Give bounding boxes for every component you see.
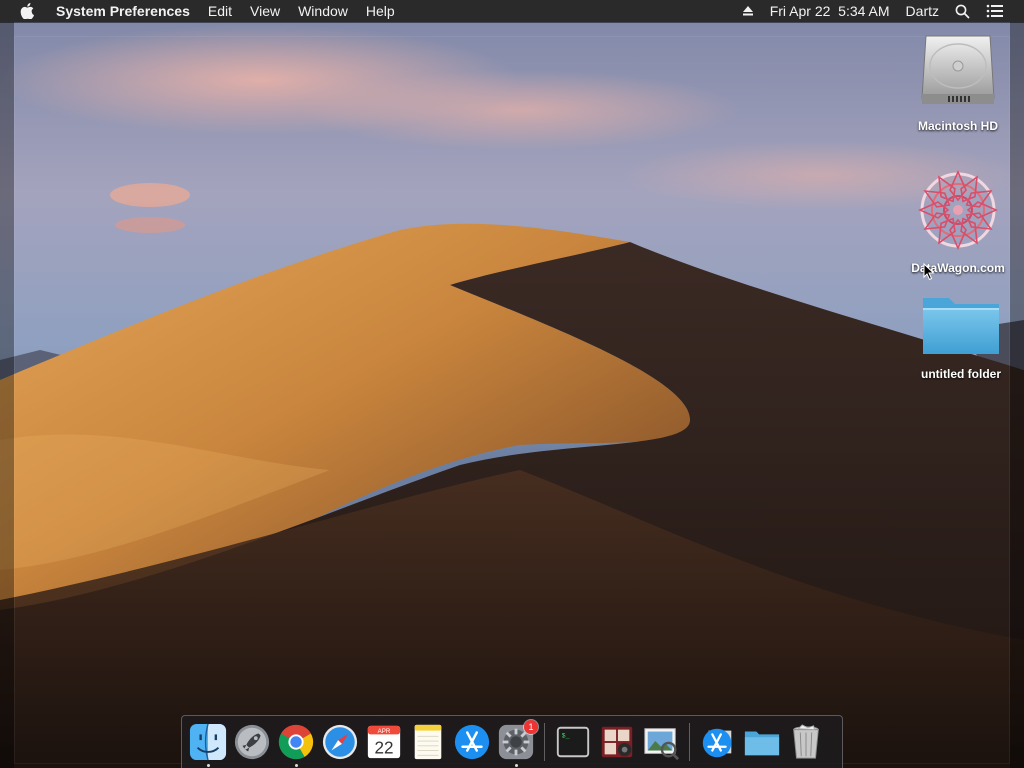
desktop-icon-datawagon[interactable]: DataWagon.com [903, 168, 1013, 275]
dock-item-trash[interactable] [784, 720, 828, 764]
safari-icon [322, 724, 358, 760]
app-store-icon [454, 724, 490, 760]
dock-item-chrome[interactable] [274, 720, 318, 767]
calendar-month: APR [378, 728, 391, 735]
running-indicator [294, 764, 298, 767]
dock-item-applications[interactable] [696, 720, 740, 764]
desktop-icon-label: DataWagon.com [911, 261, 1005, 275]
notes-icon [414, 724, 442, 760]
hard-drive-icon [903, 32, 1013, 115]
running-indicator [206, 764, 210, 767]
dock-item-downloads[interactable] [740, 720, 784, 764]
mandala-disk-icon [903, 168, 1013, 257]
dock: APR 22 1 $_ [181, 715, 843, 768]
menubar-user[interactable]: Dartz [898, 0, 947, 22]
menu-help[interactable]: Help [357, 0, 404, 22]
dock-item-safari[interactable] [318, 720, 362, 764]
menu-window[interactable]: Window [289, 0, 357, 22]
menu-view[interactable]: View [241, 0, 289, 22]
desktop-icon-label: Macintosh HD [917, 119, 998, 133]
dock-item-preview[interactable] [639, 720, 683, 764]
calendar-day: 22 [374, 738, 393, 757]
running-indicator [514, 764, 518, 767]
folder-icon [906, 292, 1016, 363]
notification-badge: 1 [524, 720, 538, 734]
desktop-icon-macintosh-hd[interactable]: Macintosh HD [903, 32, 1013, 133]
dock-item-app-store[interactable] [450, 720, 494, 764]
desktop-icon-untitled-folder[interactable]: untitled folder [906, 292, 1016, 381]
terminal-prompt: $_ [562, 731, 570, 739]
dock-separator [544, 723, 545, 761]
apple-menu-icon[interactable] [20, 2, 36, 20]
mouse-cursor-icon [923, 263, 935, 281]
eject-icon[interactable] [734, 5, 762, 17]
desktop-wallpaper [0, 0, 1024, 768]
dock-item-photo-booth[interactable] [595, 720, 639, 764]
applications-stack-icon [702, 728, 732, 758]
dock-item-system-preferences[interactable]: 1 [494, 720, 538, 767]
dock-separator [689, 723, 690, 761]
finder-icon [189, 723, 227, 761]
photo-booth-icon [601, 726, 633, 758]
menubar-clock[interactable]: Fri Apr 22 5:34 AM [762, 0, 898, 22]
chrome-icon [278, 724, 314, 760]
spotlight-search-icon[interactable] [947, 4, 978, 19]
menu-app-name[interactable]: System Preferences [50, 0, 199, 22]
menu-bar: System Preferences Edit View Window Help… [0, 0, 1024, 22]
dock-item-finder[interactable] [186, 720, 230, 767]
dock-item-notes[interactable] [406, 720, 450, 764]
downloads-folder-icon [744, 731, 780, 756]
desktop-icon-label: untitled folder [921, 367, 1001, 381]
dock-item-launchpad[interactable] [230, 720, 274, 764]
dock-item-calendar[interactable]: APR 22 [362, 720, 406, 764]
notification-center-icon[interactable] [978, 4, 1012, 18]
preview-icon [644, 728, 680, 761]
calendar-icon: APR 22 [367, 725, 401, 759]
launchpad-icon [234, 724, 270, 760]
trash-icon [793, 724, 819, 759]
menu-edit[interactable]: Edit [199, 0, 241, 22]
terminal-icon: $_ [556, 726, 590, 758]
dock-item-terminal[interactable]: $_ [551, 720, 595, 764]
